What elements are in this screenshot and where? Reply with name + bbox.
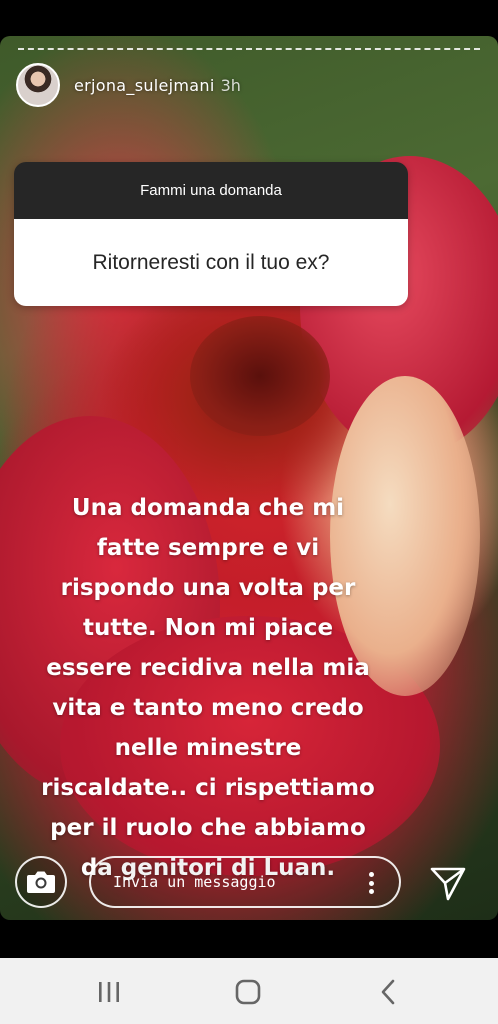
recent-apps-icon xyxy=(99,982,119,1002)
back-button[interactable] xyxy=(370,974,406,1010)
home-icon xyxy=(235,979,261,1005)
caption-line: essere recidiva nella mia xyxy=(46,655,370,681)
caption-line: tutte. Non mi piace xyxy=(82,615,334,641)
question-sticker[interactable]: Fammi una domanda Ritorneresti con il tu… xyxy=(14,162,408,306)
caption-line: fatte sempre e vi xyxy=(96,535,320,561)
question-sticker-header: Fammi una domanda xyxy=(14,162,408,219)
recent-apps-button[interactable] xyxy=(91,974,127,1010)
back-icon xyxy=(381,979,395,1005)
story-header[interactable]: erjona_sulejmani 3h xyxy=(16,62,241,108)
more-vertical-icon xyxy=(368,872,374,877)
caption-line: Una domanda che mi xyxy=(71,495,345,521)
caption-line: vita e tanto meno credo xyxy=(52,695,364,721)
message-input-placeholder: Invia un messaggio xyxy=(113,873,276,891)
send-button[interactable] xyxy=(428,866,468,902)
message-input[interactable]: Invia un messaggio xyxy=(89,856,401,908)
caption-line: riscaldate.. ci rispettiamo xyxy=(41,775,375,801)
system-nav-bar xyxy=(0,958,498,1024)
home-button[interactable] xyxy=(230,974,266,1010)
post-time: 3h xyxy=(220,75,241,95)
status-bar xyxy=(0,0,498,36)
more-options-button[interactable] xyxy=(361,868,381,898)
caption-line: nelle minestre xyxy=(114,735,302,761)
story-footer: Invia un messaggio xyxy=(0,842,498,920)
question-sticker-text: Ritorneresti con il tuo ex? xyxy=(14,219,408,306)
avatar[interactable] xyxy=(16,63,60,107)
camera-icon xyxy=(27,871,55,893)
story-progress-bar xyxy=(18,48,480,50)
camera-button[interactable] xyxy=(15,856,67,908)
send-icon xyxy=(430,867,466,901)
story-caption: Una domanda che mi fatte sempre e vi ris… xyxy=(20,488,396,888)
username[interactable]: erjona_sulejmani xyxy=(74,76,215,95)
story-view[interactable]: erjona_sulejmani 3h Fammi una domanda Ri… xyxy=(0,36,498,920)
caption-line: rispondo una volta per xyxy=(60,575,356,601)
